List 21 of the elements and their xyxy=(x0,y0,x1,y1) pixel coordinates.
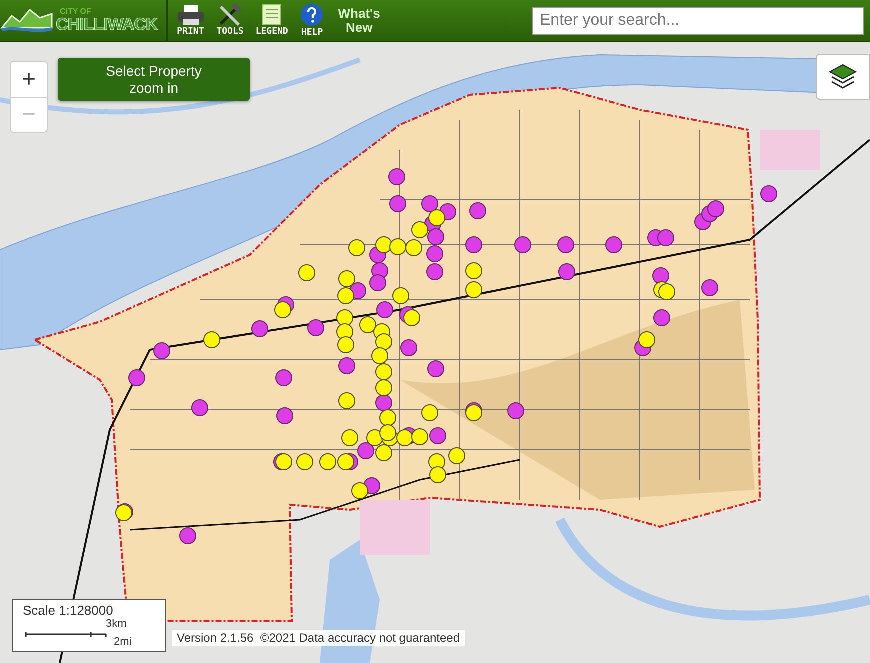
toolbar-button[interactable]: LEGEND xyxy=(252,4,292,37)
logo-wordmark: CHILLIWACK xyxy=(56,16,158,33)
scale-label: Scale 1:128000 xyxy=(23,603,114,618)
hammer-wrench-icon xyxy=(217,4,244,26)
map-drawing[interactable] xyxy=(0,42,870,663)
scale-km-label: 3km xyxy=(106,618,127,630)
scale-mi-label: 2mi xyxy=(114,636,132,648)
layers-icon xyxy=(828,63,858,91)
toolbar-button[interactable]: PRINT xyxy=(174,4,208,37)
logo-caption: CITY OF xyxy=(59,8,92,16)
whats-new-link[interactable]: What's New xyxy=(333,6,386,34)
toolbar-button[interactable]: HELP xyxy=(297,3,328,38)
help-icon xyxy=(300,3,324,27)
select-property-button[interactable]: Select Property zoom in xyxy=(58,58,250,101)
toolbar-button[interactable]: TOOLS xyxy=(214,4,247,37)
layers-button[interactable] xyxy=(816,54,870,100)
printer-icon xyxy=(176,4,205,26)
scale-bar-icon xyxy=(25,632,107,637)
version-note: Version 2.1.56 ©2021 Data accuracy not guaranteed xyxy=(172,630,466,646)
search-field[interactable]: Enter your search... xyxy=(532,6,864,34)
list-icon xyxy=(262,4,282,26)
